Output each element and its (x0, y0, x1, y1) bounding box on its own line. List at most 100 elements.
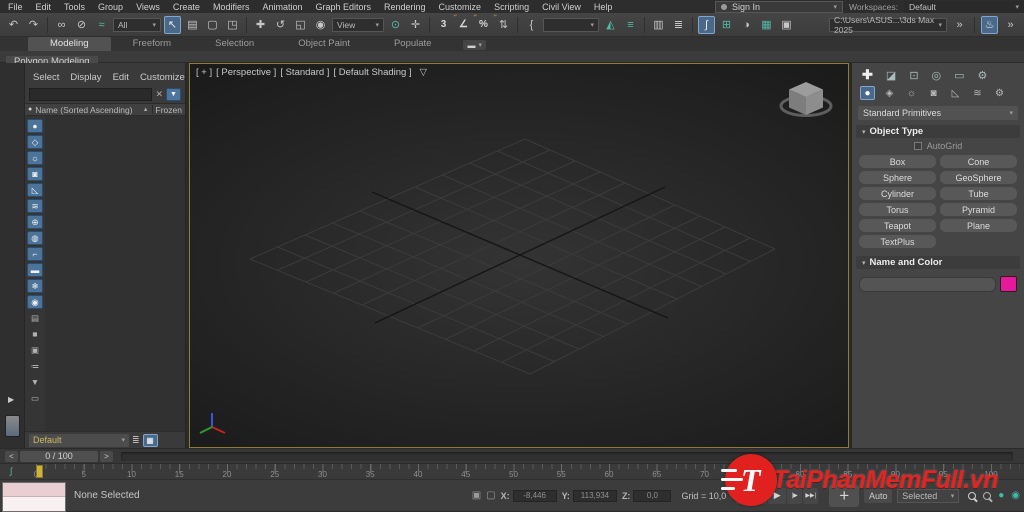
ribbon-tab-freeform[interactable]: Freeform (111, 37, 194, 51)
mini-curve-editor-button[interactable]: ∫ (10, 466, 12, 476)
menu-customize[interactable]: Customize (439, 2, 482, 12)
search-filter-button[interactable]: ▼ (166, 88, 181, 101)
menu-help[interactable]: Help (594, 2, 613, 12)
category-geometry-icon[interactable]: ● (860, 86, 875, 100)
menu-create[interactable]: Create (173, 2, 200, 12)
sign-in-button[interactable]: Sign In ▾ (715, 1, 843, 13)
filter-containers-icon[interactable]: ▬ (27, 263, 43, 277)
project-folder-dropdown[interactable]: C:\Users\ASUS...\3ds Max 2025 ▾ (829, 18, 947, 32)
mirror-button[interactable]: ◭ (602, 16, 619, 34)
tab-utilities-icon[interactable]: ⚙ (978, 69, 988, 82)
rendered-frame-window-button[interactable]: ▣ (778, 16, 795, 34)
explorer-filter-config-icon[interactable]: ≔ (27, 359, 43, 373)
ribbon-tab-modeling[interactable]: Modeling (28, 37, 111, 51)
align-button[interactable]: ≡ (622, 16, 639, 34)
category-systems-icon[interactable]: ⚙ (992, 86, 1007, 100)
menu-views[interactable]: Views (136, 2, 160, 12)
current-frame-display[interactable]: 0 / 100 (20, 451, 98, 462)
object-name-input[interactable] (859, 277, 996, 292)
explorer-menu-edit[interactable]: Edit (113, 72, 129, 83)
menu-modifiers[interactable]: Modifiers (213, 2, 250, 12)
selection-filter-dropdown[interactable]: All ▾ (113, 18, 161, 32)
autogrid-checkbox[interactable] (914, 142, 922, 150)
curve-editor-button[interactable]: ∫ (698, 16, 715, 34)
object-type-rollout-header[interactable]: ▾ Object Type (856, 125, 1020, 138)
explorer-box-icon[interactable]: ■ (27, 327, 43, 341)
pyramid-button[interactable]: Pyramid (940, 203, 1017, 216)
select-and-link-button[interactable]: ∞ (53, 16, 70, 34)
active-layer-dropdown[interactable]: Default ▾ (29, 434, 129, 447)
expand-panel-arrow[interactable]: ▶ (8, 395, 14, 404)
filter-lights-icon[interactable]: ☼ (27, 151, 43, 165)
name-color-rollout-header[interactable]: ▾ Name and Color (856, 256, 1020, 269)
window-crossing-button[interactable]: ◳ (224, 16, 241, 34)
sphere-button[interactable]: Sphere (859, 171, 936, 184)
zoom-extents-icon[interactable]: ● (998, 490, 1004, 501)
filter-shapes-icon[interactable]: ◇ (27, 135, 43, 149)
menu-edit[interactable]: Edit (36, 2, 52, 12)
textplus-button[interactable]: TextPlus (859, 235, 936, 248)
workspace-selector[interactable]: Default ▾ (904, 1, 1024, 13)
filter-geometry-icon[interactable]: ● (27, 119, 43, 133)
x-coordinate-field[interactable]: -8,446 (513, 490, 557, 502)
use-pivot-center-button[interactable]: ⊙ (387, 16, 404, 34)
toggle-layer-explorer-button[interactable]: ≣ (670, 16, 687, 34)
percent-snap-button[interactable]: %⌐ (475, 16, 492, 34)
listener-script-pane[interactable] (3, 497, 65, 511)
snap-toggle-3d-button[interactable]: 3⌐ (435, 16, 452, 34)
undo-button[interactable]: ↶ (5, 16, 22, 34)
menu-scripting[interactable]: Scripting (494, 2, 529, 12)
explorer-display-icon[interactable]: ▣ (27, 343, 43, 357)
geosphere-button[interactable]: GeoSphere (940, 171, 1017, 184)
toggle-scene-explorer-button[interactable]: ▥ (650, 16, 667, 34)
viewport-shading-menu[interactable]: [ Default Shading ] (333, 67, 411, 78)
angle-snap-button[interactable]: ∠⌐ (455, 16, 472, 34)
tab-create-icon[interactable]: ✚ (862, 67, 873, 83)
column-frozen-header[interactable]: Frozen (156, 105, 182, 115)
cylinder-button[interactable]: Cylinder (859, 187, 936, 200)
spinner-snap-button[interactable]: ⇅ (495, 16, 512, 34)
menu-file[interactable]: File (8, 2, 23, 12)
tube-button[interactable]: Tube (940, 187, 1017, 200)
y-coordinate-field[interactable]: 113,934 (573, 490, 617, 502)
filter-xrefs-icon[interactable]: ◍ (27, 231, 43, 245)
layer-stack-icon[interactable]: ≣ (132, 435, 140, 446)
edit-named-selection-sets-button[interactable]: { (523, 16, 540, 34)
ribbon-tab-object-paint[interactable]: Object Paint (276, 37, 372, 51)
menu-group[interactable]: Group (98, 2, 123, 12)
category-helpers-icon[interactable]: ◺ (948, 86, 963, 100)
select-object-button[interactable]: ↖ (164, 16, 181, 34)
explorer-filter-icon[interactable]: ▼ (27, 375, 43, 389)
unlink-selection-button[interactable]: ⊘ (73, 16, 90, 34)
listener-macro-pane[interactable] (3, 483, 65, 497)
tab-hierarchy-icon[interactable]: ⊡ (909, 69, 918, 82)
maxscript-mini-listener[interactable] (2, 482, 66, 512)
viewcube[interactable] (778, 76, 834, 122)
tab-motion-icon[interactable]: ◎ (932, 69, 942, 82)
explorer-folder-icon[interactable]: ▭ (27, 391, 43, 405)
select-by-name-button[interactable]: ▤ (184, 16, 201, 34)
grid-view-icon[interactable]: ▦ (143, 434, 158, 447)
viewport-pov-menu[interactable]: [ Perspective ] (216, 67, 276, 78)
filter-spacewarps-icon[interactable]: ≋ (27, 199, 43, 213)
category-spacewarps-icon[interactable]: ≋ (970, 86, 985, 100)
teapot-button[interactable]: Teapot (859, 219, 936, 232)
timeline-playhead[interactable] (36, 465, 43, 478)
explorer-menu-customize[interactable]: Customize (140, 72, 185, 83)
tab-display-icon[interactable]: ▭ (954, 69, 964, 82)
selection-lock-icon[interactable]: ▢ (486, 490, 495, 501)
primitive-type-dropdown[interactable]: Standard Primitives ▾ (858, 106, 1018, 120)
filter-cameras-icon[interactable]: ◙ (27, 167, 43, 181)
category-shapes-icon[interactable]: ◈ (882, 86, 897, 100)
select-and-scale-button[interactable]: ◱ (292, 16, 309, 34)
reference-coordinate-dropdown[interactable]: View ▾ (332, 18, 384, 32)
explorer-menu-display[interactable]: Display (70, 72, 101, 83)
category-lights-icon[interactable]: ☼ (904, 86, 919, 100)
previous-frame-button[interactable]: < (5, 451, 18, 462)
toolbar-overflow-button[interactable]: » (951, 16, 968, 34)
select-and-place-button[interactable]: ◉ (312, 16, 329, 34)
viewport-general-menu[interactable]: [ + ] (196, 67, 212, 78)
render-setup-button[interactable]: ▦ (758, 16, 775, 34)
menu-tools[interactable]: Tools (64, 2, 85, 12)
select-and-manipulate-button[interactable]: ✛ (407, 16, 424, 34)
